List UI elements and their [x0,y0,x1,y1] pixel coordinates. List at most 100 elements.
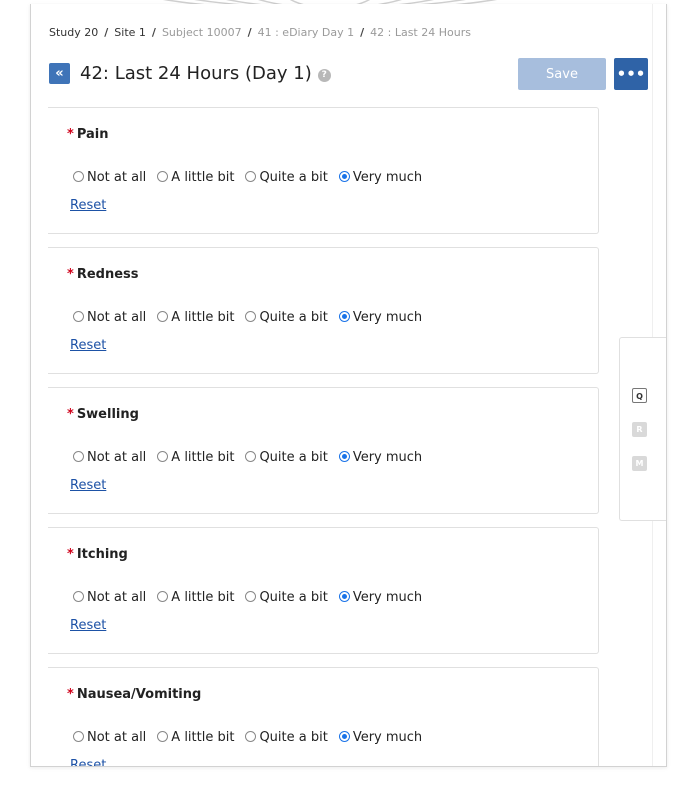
radio-button[interactable] [73,311,84,322]
radio-button-selected[interactable] [338,311,350,322]
radio-group: Not at all A little bit Quite a bit Very mu… [73,586,433,605]
radio-option[interactable]: Not at all [73,170,146,185]
radio-option-label: Very much [352,450,423,465]
radio-button-selected[interactable] [338,591,350,602]
radio-option[interactable]: Very much [338,730,422,745]
reset-link[interactable]: Reset [70,198,106,213]
save-button[interactable]: Save [518,58,606,90]
radio-option[interactable]: A little bit [157,730,234,745]
help-icon[interactable]: ? [317,69,331,82]
radio-option-label: Not at all [87,590,147,605]
radio-option-label: Quite a bit [259,170,328,185]
radio-button[interactable] [73,171,84,182]
review-button[interactable]: R [632,422,647,437]
more-options-button[interactable]: ••• [614,58,648,90]
radio-option-label: Very much [352,590,423,605]
question-label-text: Redness [76,267,139,282]
reset-link[interactable]: Reset [70,338,106,353]
radio-option-label: Very much [352,170,423,185]
radio-option-label: Quite a bit [259,590,328,605]
question-label: * Redness [67,267,139,282]
required-marker: * [67,407,74,422]
radio-option[interactable]: Not at all [73,450,146,465]
question-label-text: Swelling [76,407,139,422]
radio-option[interactable]: Quite a bit [245,170,328,185]
radio-option-label: Quite a bit [259,450,328,465]
reset-link[interactable]: Reset [70,758,106,766]
radio-button[interactable] [73,451,84,462]
radio-group: Not at all A little bit Quite a bit Very mu… [73,726,433,745]
radio-button[interactable] [157,311,169,322]
query-button[interactable]: Q [632,388,647,403]
breadcrumb-subject[interactable]: Subject 10007 [162,26,242,39]
radio-button[interactable] [157,591,169,602]
radio-button-selected[interactable] [338,171,350,182]
required-marker: * [67,547,74,562]
radio-button[interactable] [157,451,169,462]
radio-button[interactable] [157,171,169,182]
required-marker: * [67,127,74,142]
breadcrumb-separator: / [104,26,109,39]
radio-option[interactable]: Not at all [73,310,146,325]
radio-button-selected[interactable] [338,451,350,462]
radio-option-label: A little bit [171,170,235,185]
breadcrumb-separator: / [360,26,365,39]
question-label-text: Itching [76,547,128,562]
memo-button[interactable]: M [632,456,647,471]
radio-option[interactable]: Not at all [73,730,146,745]
breadcrumb-separator: / [247,26,252,39]
required-marker: * [67,687,74,702]
radio-option[interactable]: Very much [338,590,423,605]
radio-option-label: Not at all [87,730,147,745]
radio-button[interactable] [245,451,257,462]
radio-option[interactable]: Not at all [73,590,146,605]
radio-option-label: Not at all [87,170,147,185]
radio-button[interactable] [157,731,169,742]
radio-option[interactable]: A little bit [157,310,234,325]
question-label: * Swelling [67,407,139,422]
back-button[interactable]: « [49,63,70,84]
breadcrumb-site[interactable]: Site 1 [114,26,146,39]
radio-option-label: Not at all [87,310,147,325]
breadcrumb-separator: / [151,26,156,39]
side-rail: Q R M [619,337,666,521]
form-header: « 42: Last 24 Hours (Day 1)? Save ••• [49,58,651,93]
breadcrumb-form: 42 : Last 24 Hours [370,26,471,39]
radio-option-label: A little bit [171,450,235,465]
question-card: * Nausea/Vomiting Not at all A little bit Qu… [48,667,599,766]
radio-option-label: A little bit [171,590,235,605]
radio-option[interactable]: Quite a bit [245,730,328,745]
question-label-text: Nausea/Vomiting [76,687,202,702]
radio-option-label: Not at all [87,450,147,465]
radio-group: Not at all A little bit Quite a bit Very mu… [73,446,433,465]
reset-link[interactable]: Reset [70,618,106,633]
radio-option[interactable]: Very much [338,170,423,185]
radio-option[interactable]: A little bit [157,450,234,465]
question-label-text: Pain [76,127,109,142]
form-panel: Study 20 / Site 1 / Subject 10007 / 41 : eDiar… [30,4,667,767]
radio-option[interactable]: Very much [338,310,422,325]
reset-link[interactable]: Reset [70,478,106,493]
radio-button[interactable] [73,591,84,602]
radio-option-label: Quite a bit [259,730,328,745]
question-card: * Pain Not at all A little bit Quite a bit Ve… [48,107,599,234]
radio-option[interactable]: Quite a bit [245,450,328,465]
radio-option[interactable]: Quite a bit [245,310,328,325]
radio-option[interactable]: Quite a bit [245,590,328,605]
breadcrumb-visit[interactable]: 41 : eDiary Day 1 [258,26,354,39]
breadcrumb: Study 20 / Site 1 / Subject 10007 / 41 : eDiar… [49,26,471,39]
question-list: * Pain Not at all A little bit Quite a bit Ve… [48,107,599,766]
radio-option-label: A little bit [171,310,235,325]
radio-button[interactable] [245,591,257,602]
radio-button[interactable] [73,731,84,742]
radio-button[interactable] [245,311,257,322]
radio-button[interactable] [245,171,257,182]
question-card: * Itching Not at all A little bit Quite a bi… [48,527,599,654]
breadcrumb-study[interactable]: Study 20 [49,26,98,39]
radio-option[interactable]: A little bit [157,590,234,605]
question-card: * Redness Not at all A little bit Quite a bi… [48,247,599,374]
radio-option[interactable]: A little bit [157,170,234,185]
radio-button-selected[interactable] [338,731,350,742]
radio-button[interactable] [245,731,257,742]
radio-option[interactable]: Very much [338,450,423,465]
